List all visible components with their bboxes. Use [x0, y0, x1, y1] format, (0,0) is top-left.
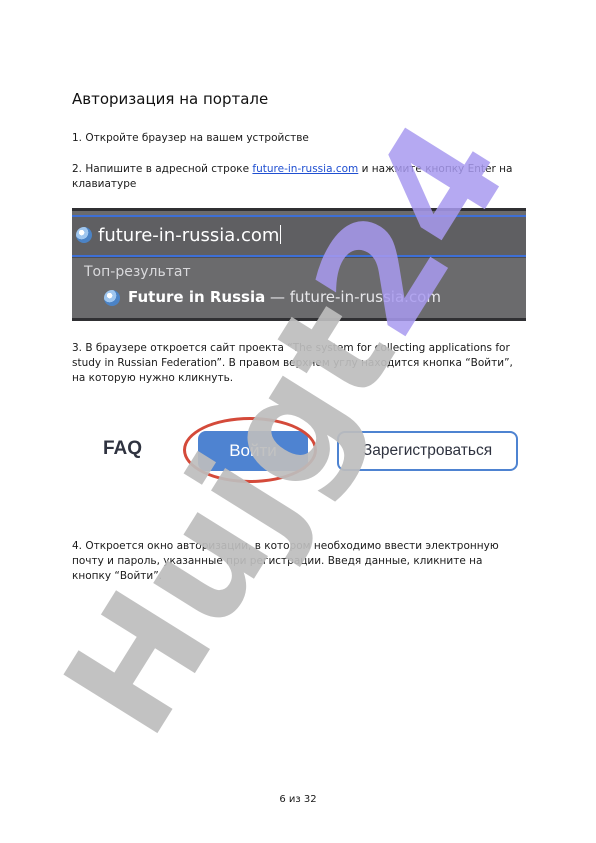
step-2-text-before: 2. Напишите в адресной строке	[72, 163, 253, 175]
document-page: Авторизация на портале 1. Откройте брауз…	[0, 0, 596, 843]
step-1-text: 1. Откройте браузер на вашем устройстве	[72, 132, 309, 144]
faq-link[interactable]: FAQ	[103, 438, 142, 460]
result-title: Future in Russia	[128, 288, 266, 306]
step-3-text: 3. В браузере откроется сайт проекта “Th…	[72, 342, 513, 384]
address-text: future-in-russia.com	[98, 225, 280, 246]
toolbar-edge	[72, 208, 526, 211]
text-caret	[280, 225, 282, 244]
section-heading: Авторизация на портале	[72, 90, 269, 108]
address-input-value[interactable]: future-in-russia.com	[98, 225, 282, 246]
globe-icon	[104, 290, 120, 306]
top-result-suggestion[interactable]: Future in Russia — future-in-russia.com	[128, 288, 441, 306]
highlight-circle	[183, 417, 317, 483]
watermark: Hujgt 24	[30, 92, 541, 764]
result-dash: —	[265, 288, 290, 306]
toolbar-edge	[72, 318, 526, 321]
result-url: future-in-russia.com	[289, 288, 441, 306]
site-link[interactable]: future-in-russia.com	[252, 163, 358, 175]
register-button[interactable]: Зарегистроваться	[337, 431, 518, 471]
browser-address-bar-screenshot: future-in-russia.com Топ-результат Futur…	[72, 208, 526, 321]
page-number: 6 из 32	[279, 794, 317, 805]
step-2-text: 2. Напишите в адресной строке future-in-…	[72, 162, 524, 192]
step-4-text: 4. Откроется окно авторизации, в котором…	[72, 540, 499, 582]
top-result-label: Топ-результат	[84, 264, 191, 280]
globe-icon	[76, 227, 92, 243]
suggestion-divider	[72, 257, 526, 258]
address-bar[interactable]: future-in-russia.com	[72, 215, 526, 257]
